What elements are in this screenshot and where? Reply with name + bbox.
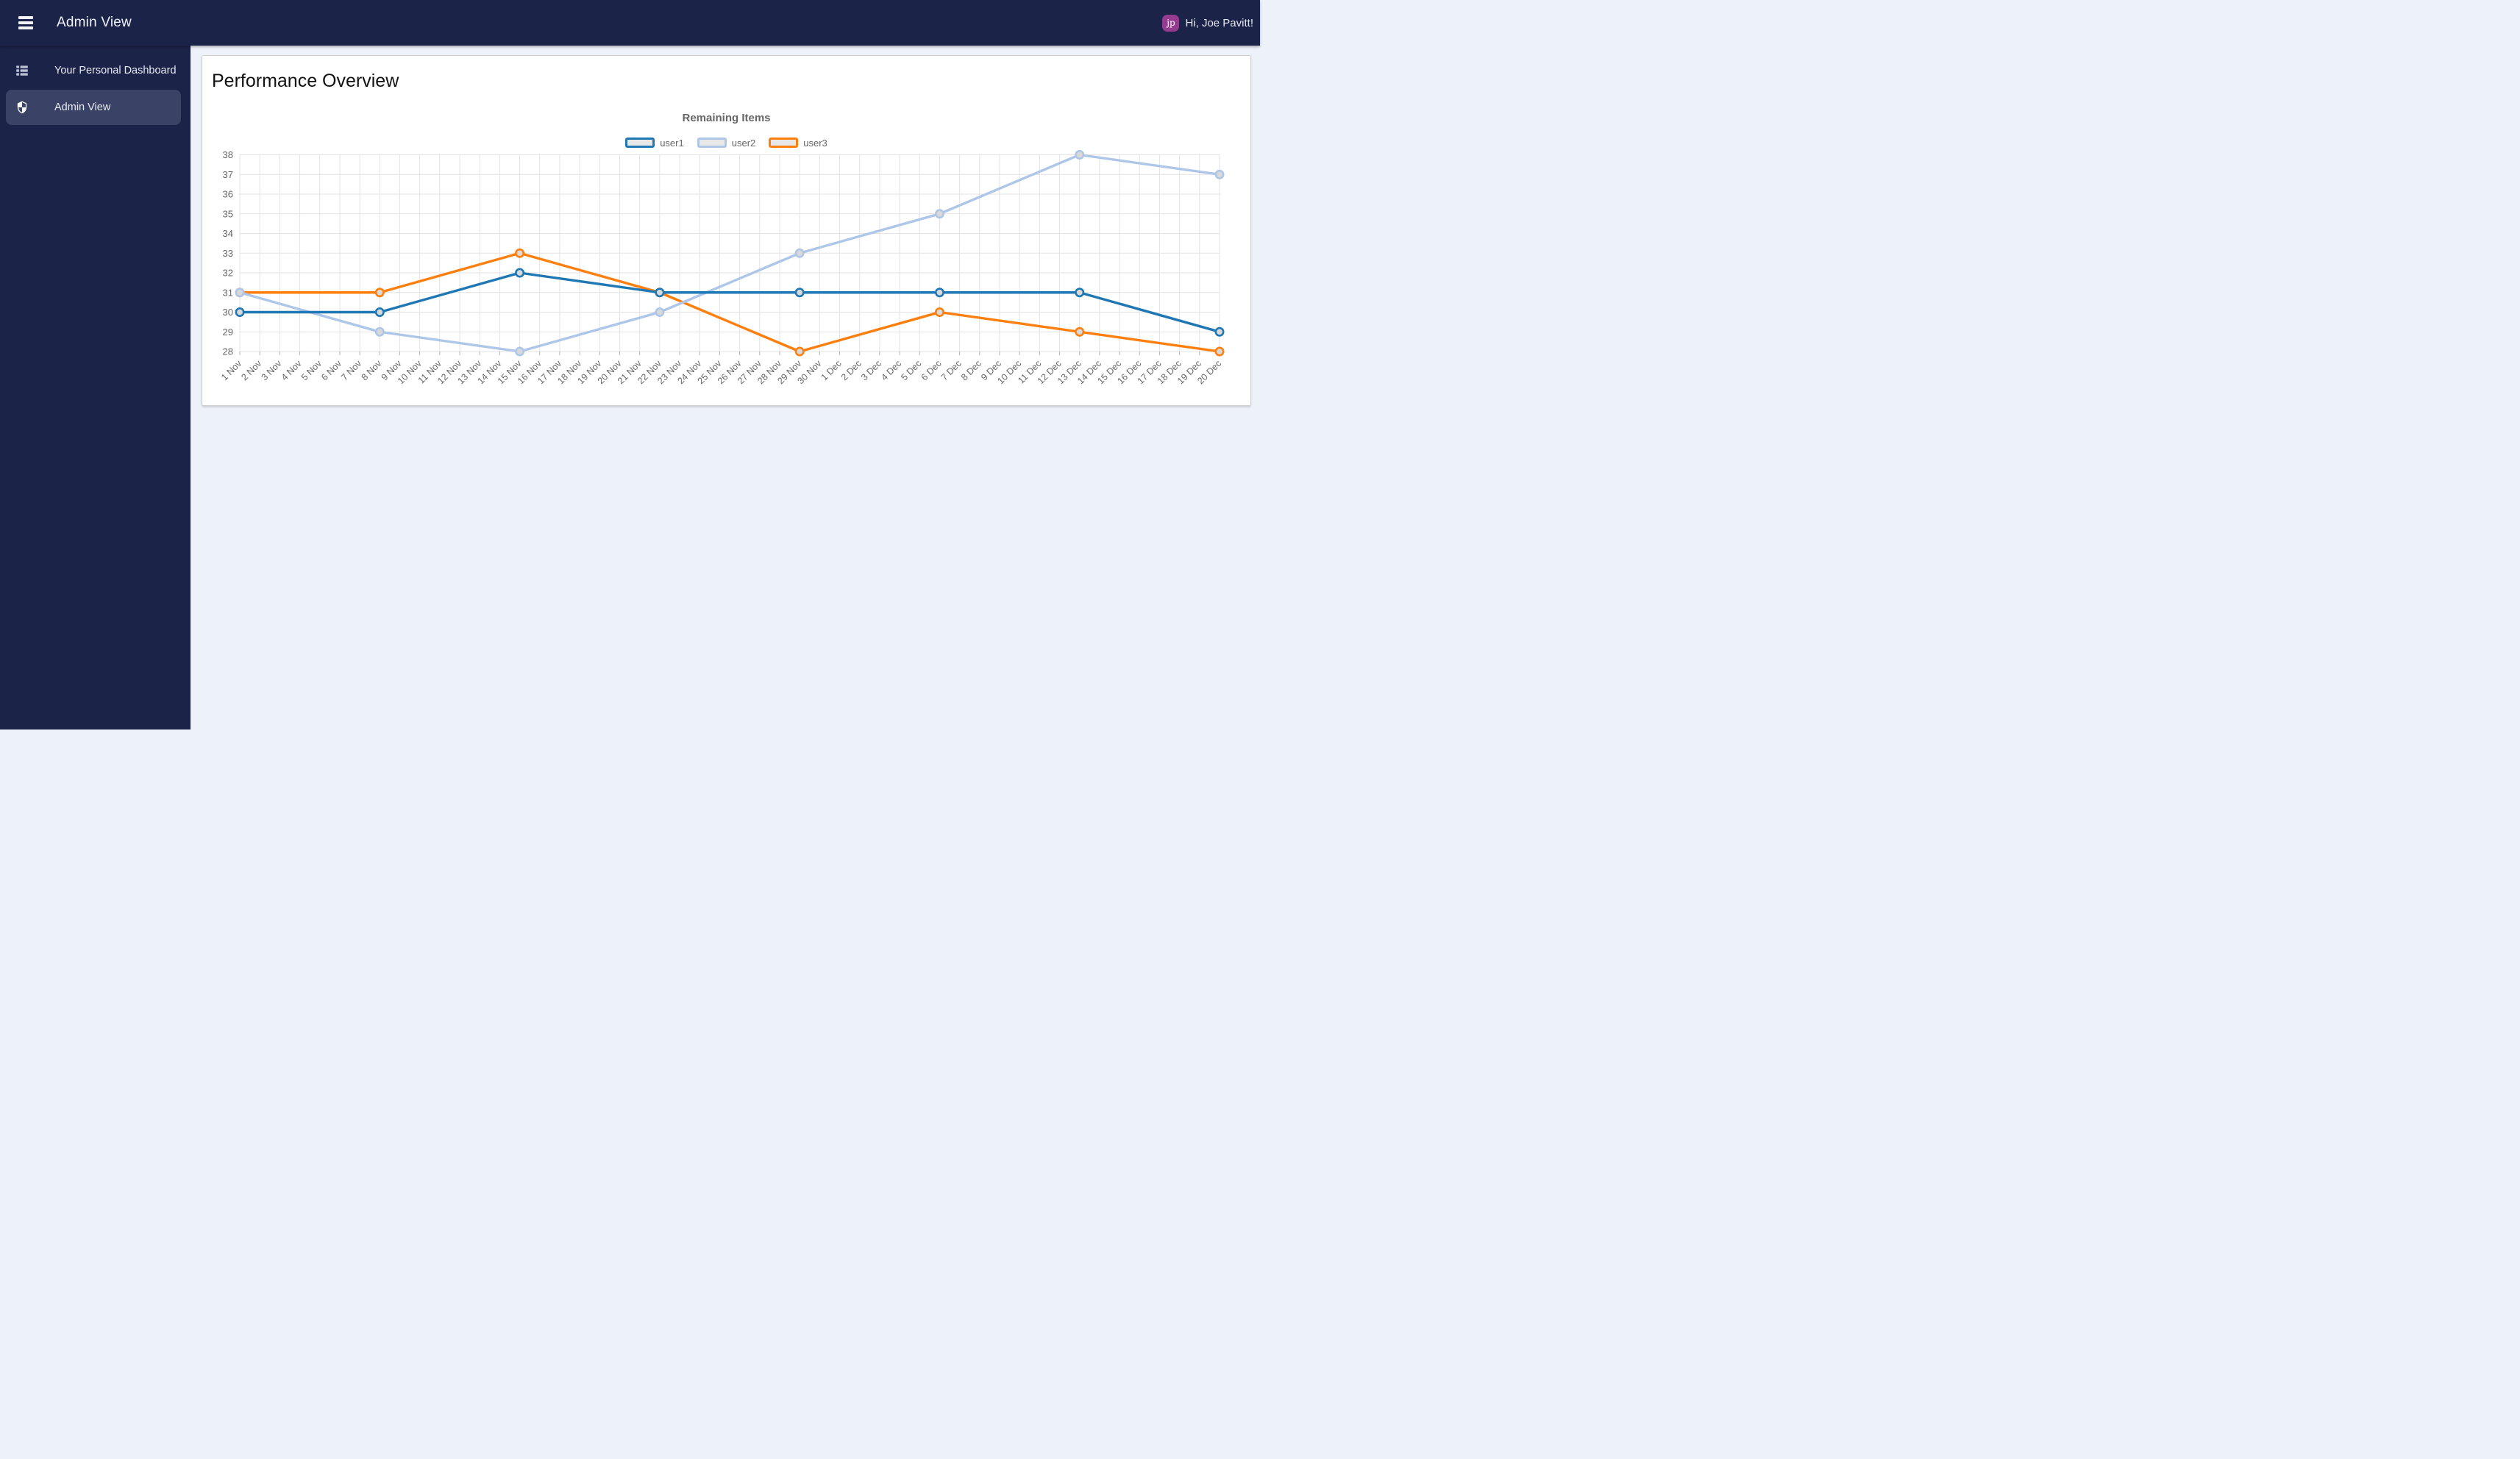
y-axis-tick-label: 31 — [223, 287, 233, 298]
y-axis-tick-label: 32 — [223, 268, 233, 279]
legend-label: user2 — [731, 137, 756, 149]
data-point-user1 — [655, 288, 665, 298]
data-point-user1 — [515, 268, 525, 278]
line-series-user3 — [238, 252, 1221, 353]
data-point-user1 — [934, 288, 944, 298]
sidebar-item-label: Your Personal Dashboard — [54, 65, 177, 76]
x-axis-tick-label: 4 Dec — [879, 358, 903, 382]
sidebar: Your Personal Dashboard Admin View — [0, 46, 191, 730]
data-point-user2 — [1075, 150, 1085, 160]
user-greeting: Hi, Joe Pavitt! — [1185, 16, 1253, 29]
y-axis-tick-label: 33 — [223, 248, 233, 259]
data-point-user1 — [374, 307, 385, 318]
data-point-user1 — [1075, 288, 1085, 298]
topbar: Admin View jp Hi, Joe Pavitt! — [0, 0, 1260, 46]
data-point-user3 — [374, 288, 385, 298]
y-axis-tick-label: 38 — [223, 150, 233, 160]
x-axis-tick-label: 6 Nov — [319, 358, 344, 383]
y-axis-tick-label: 35 — [223, 208, 233, 219]
card-title: Performance Overview — [212, 71, 399, 91]
legend-item-user3[interactable]: user3 — [769, 138, 827, 149]
y-axis-tick-label: 36 — [223, 189, 233, 200]
x-axis-tick-label: 8 Dec — [959, 358, 983, 382]
x-axis-tick-label: 5 Dec — [899, 358, 923, 382]
data-point-user2 — [934, 209, 944, 219]
legend-item-user2[interactable]: user2 — [697, 137, 756, 149]
y-axis-tick-label: 29 — [223, 327, 233, 338]
y-axis-tick-label: 34 — [223, 228, 233, 239]
data-point-user2 — [1214, 169, 1225, 179]
data-point-user3 — [1214, 346, 1225, 357]
data-point-user2 — [794, 248, 805, 258]
x-axis-tick-label: 3 Nov — [259, 358, 284, 383]
data-point-user3 — [934, 307, 944, 318]
app-title: Admin View — [57, 15, 132, 30]
hamburger-menu-icon[interactable] — [18, 16, 33, 29]
sidebar-item-personal-dashboard[interactable]: Your Personal Dashboard — [6, 53, 181, 88]
data-point-user2 — [235, 288, 245, 298]
y-axis-tick-label: 28 — [223, 346, 233, 357]
x-axis-tick-label: 6 Dec — [919, 358, 944, 382]
x-axis-tick-label: 4 Nov — [280, 358, 305, 383]
data-point-user1 — [235, 307, 245, 318]
legend-swatch — [625, 138, 655, 148]
x-axis-tick-label: 7 Nov — [339, 358, 364, 383]
avatar-initials: jp — [1167, 18, 1175, 28]
legend-item-user1[interactable]: user1 — [625, 138, 684, 149]
sidebar-item-label: Admin View — [54, 101, 111, 113]
dashboard-grid-icon — [15, 64, 29, 77]
data-point-user2 — [655, 307, 665, 318]
data-point-user2 — [515, 346, 525, 357]
data-point-user3 — [1075, 327, 1085, 337]
avatar[interactable]: jp — [1162, 14, 1180, 32]
remaining-items-line-chart: 28 29 30 31 32 33 34 35 36 37 38 1 Nov2 Nov3 Nov4 N… — [219, 150, 1225, 386]
chart-title: Remaining Items — [682, 112, 771, 124]
legend-label: user1 — [660, 137, 684, 149]
legend-swatch — [697, 138, 727, 148]
data-point-user2 — [374, 327, 385, 337]
performance-overview-card: Performance Overview Remaining Items use… — [202, 55, 1251, 406]
data-point-user1 — [1214, 327, 1225, 337]
legend-swatch — [769, 138, 799, 148]
y-axis-tick-label: 37 — [223, 169, 233, 180]
data-point-user1 — [794, 288, 805, 298]
shield-icon — [15, 101, 29, 114]
x-axis-tick-label: 2 Nov — [239, 358, 264, 383]
x-axis-tick-label: 7 Dec — [939, 358, 964, 382]
x-axis-tick-label: 3 Dec — [859, 358, 883, 382]
x-axis-tick-label: 5 Nov — [299, 358, 324, 383]
x-axis-tick-label: 2 Dec — [839, 358, 864, 382]
main-content: Performance Overview Remaining Items use… — [191, 46, 1260, 730]
x-axis-tick-label: 8 Nov — [359, 358, 384, 383]
x-axis-tick-label: 1 Dec — [819, 358, 844, 382]
legend-label: user3 — [803, 137, 827, 149]
y-axis-tick-label: 30 — [223, 307, 233, 318]
chart-legend: user1 user2 user3 — [202, 135, 1250, 150]
data-point-user3 — [794, 346, 805, 357]
sidebar-item-admin-view[interactable]: Admin View — [6, 90, 181, 125]
x-axis-tick-label: 1 Nov — [219, 358, 244, 383]
data-point-user3 — [515, 248, 525, 258]
